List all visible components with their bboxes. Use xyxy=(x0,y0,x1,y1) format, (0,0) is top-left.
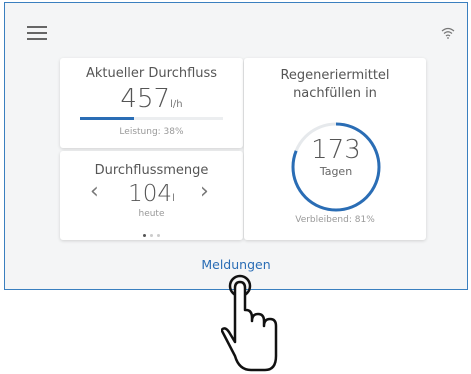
flow-amount-number: 104 xyxy=(128,181,173,207)
regenerant-refill-card[interactable]: Regeneriermittel nachfüllen in 173 Tagen… xyxy=(244,58,426,240)
regen-days-unit: Tagen xyxy=(319,165,353,178)
device-screen: Aktueller Durchfluss 457l/h Leistung: 38… xyxy=(4,2,468,290)
regen-days-value: 173 xyxy=(311,135,361,165)
flow-amount-unit: l xyxy=(172,193,175,204)
pager-dot[interactable] xyxy=(157,234,160,237)
regen-ring: 173 Tagen xyxy=(286,117,386,217)
flow-amount-period: heute xyxy=(138,209,165,219)
current-flow-number: 457 xyxy=(120,84,171,114)
regen-days-number: 173 xyxy=(286,135,386,165)
current-flow-value: 457l/h xyxy=(60,84,243,114)
pager-dot[interactable] xyxy=(150,234,153,237)
regen-remaining-label: Verbleibend: 81% xyxy=(295,215,375,225)
performance-label: Leistung: 38% xyxy=(119,127,184,137)
regen-title-line2: nachfüllen in xyxy=(293,86,377,101)
hamburger-menu-icon[interactable] xyxy=(27,26,47,42)
current-flow-card[interactable]: Aktueller Durchfluss 457l/h Leistung: 38… xyxy=(60,58,243,148)
current-flow-unit: l/h xyxy=(170,99,183,110)
notifications-link[interactable]: Meldungen xyxy=(5,257,467,272)
performance-progress-fill xyxy=(80,117,135,120)
wifi-icon xyxy=(441,27,455,39)
flow-amount-title: Durchflussmenge xyxy=(94,163,209,178)
chevron-right-icon[interactable]: › xyxy=(200,179,209,204)
performance-progress-bar xyxy=(80,117,223,120)
pager-dot[interactable] xyxy=(143,234,146,237)
pager-dots[interactable] xyxy=(60,222,243,241)
flow-amount-card[interactable]: Durchflussmenge ‹ 104l › heute xyxy=(60,151,243,240)
tap-hand-icon xyxy=(221,274,278,372)
regen-title-line1: Regeneriermittel xyxy=(280,68,390,83)
flow-amount-value: 104l xyxy=(60,181,243,207)
current-flow-title: Aktueller Durchfluss xyxy=(85,66,218,81)
